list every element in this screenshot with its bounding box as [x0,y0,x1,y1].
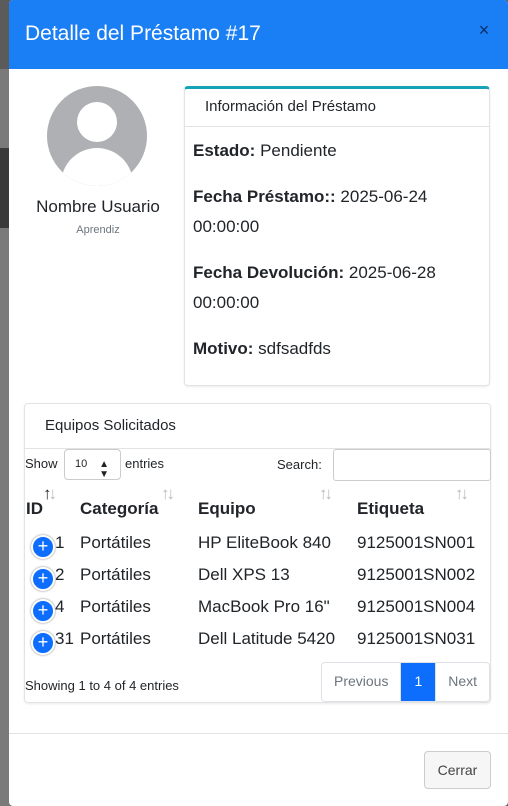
cell-id: 31 [55,629,74,648]
search-label: Search: [277,457,322,472]
user-name: Nombre Usuario [36,197,160,216]
fecha-devolucion-row: Fecha Devolución: 2025-06-28 00:00:00 [193,258,483,318]
fecha-prestamo-row: Fecha Préstamo:: 2025-06-24 00:00:00 [193,182,483,242]
sort-icon-etiqueta[interactable]: ↑↓ [455,484,469,504]
loan-detail-modal: Detalle del Préstamo #17 × Nombre Usuari… [9,0,508,806]
expand-row-icon[interactable]: + [31,631,55,655]
fecha-devolucion-label: Fecha Devolución: [193,263,345,282]
footer-divider [9,733,508,734]
motivo-label: Motivo: [193,339,254,358]
loan-info-header: Información del Préstamo [185,89,489,127]
page-length-value: 10 [75,458,88,470]
cell-categoria: Portátiles [80,597,151,616]
cell-etiqueta: 9125001SN031 [357,629,476,648]
modal-title: Detalle del Préstamo #17 [25,22,261,45]
cell-categoria: Portátiles [80,533,151,552]
column-header-etiqueta[interactable]: Etiqueta [357,499,424,519]
cell-etiqueta: 9125001SN002 [357,565,476,584]
column-header-equipo[interactable]: Equipo [198,499,256,519]
cell-categoria: Portátiles [80,565,151,584]
cell-etiqueta: 9125001SN004 [357,597,476,616]
avatar-head [77,102,117,142]
pagination-previous[interactable]: Previous [322,663,400,701]
cell-equipo: Dell Latitude 5420 [198,629,336,648]
cell-equipo: HP EliteBook 840 [198,533,331,552]
cell-id: 1 [55,533,65,552]
search-input[interactable] [333,449,491,481]
page-length-select[interactable]: 10 ▲ ▼ [64,449,121,480]
expand-row-icon[interactable]: + [31,535,55,559]
equipment-card: Equipos Solicitados Show 10 ▲ ▼ entries S… [24,403,491,703]
cell-etiqueta: 9125001SN001 [357,533,476,552]
user-role: Aprendiz [76,224,120,236]
equipment-header: Equipos Solicitados [25,404,490,449]
sort-icon-id[interactable]: ↑↓ [43,484,57,504]
loan-info-card: Información del Préstamo Estado: Pendien… [184,86,490,386]
cell-categoria: Portátiles [80,629,151,648]
pagination-page-1[interactable]: 1 [400,663,436,701]
table-info: Showing 1 to 4 of 4 entries [25,678,179,693]
estado-label: Estado: [193,141,256,160]
pagination-next[interactable]: Next [435,663,489,701]
motivo-row: Motivo: sdfsadfds [193,334,483,364]
modal-header: Detalle del Préstamo #17 × [9,0,508,69]
expand-row-icon[interactable]: + [31,599,55,623]
sort-icon-equipo[interactable]: ↑↓ [319,484,333,504]
close-button[interactable]: Cerrar [424,751,491,789]
estado-value: Pendiente [260,141,337,160]
cell-id: 4 [55,597,65,616]
avatar-body [61,148,133,186]
show-label: Show [25,456,58,471]
sort-icon-categoria[interactable]: ↑↓ [161,484,175,504]
avatar [47,86,147,186]
motivo-value: sdfsadfds [258,339,331,358]
cell-id: 2 [55,565,65,584]
expand-row-icon[interactable]: + [31,567,55,591]
pagination: Previous 1 Next [321,662,491,702]
close-icon[interactable]: × [474,20,494,40]
fecha-prestamo-label: Fecha Préstamo:: [193,187,336,206]
entries-label: entries [125,456,165,471]
column-header-id[interactable]: ID [26,499,43,519]
column-header-categoria[interactable]: Categoría [80,499,158,519]
cell-equipo: MacBook Pro 16" [198,597,330,616]
estado-row: Estado: Pendiente [193,136,483,166]
cell-equipo: Dell XPS 13 [198,565,290,584]
